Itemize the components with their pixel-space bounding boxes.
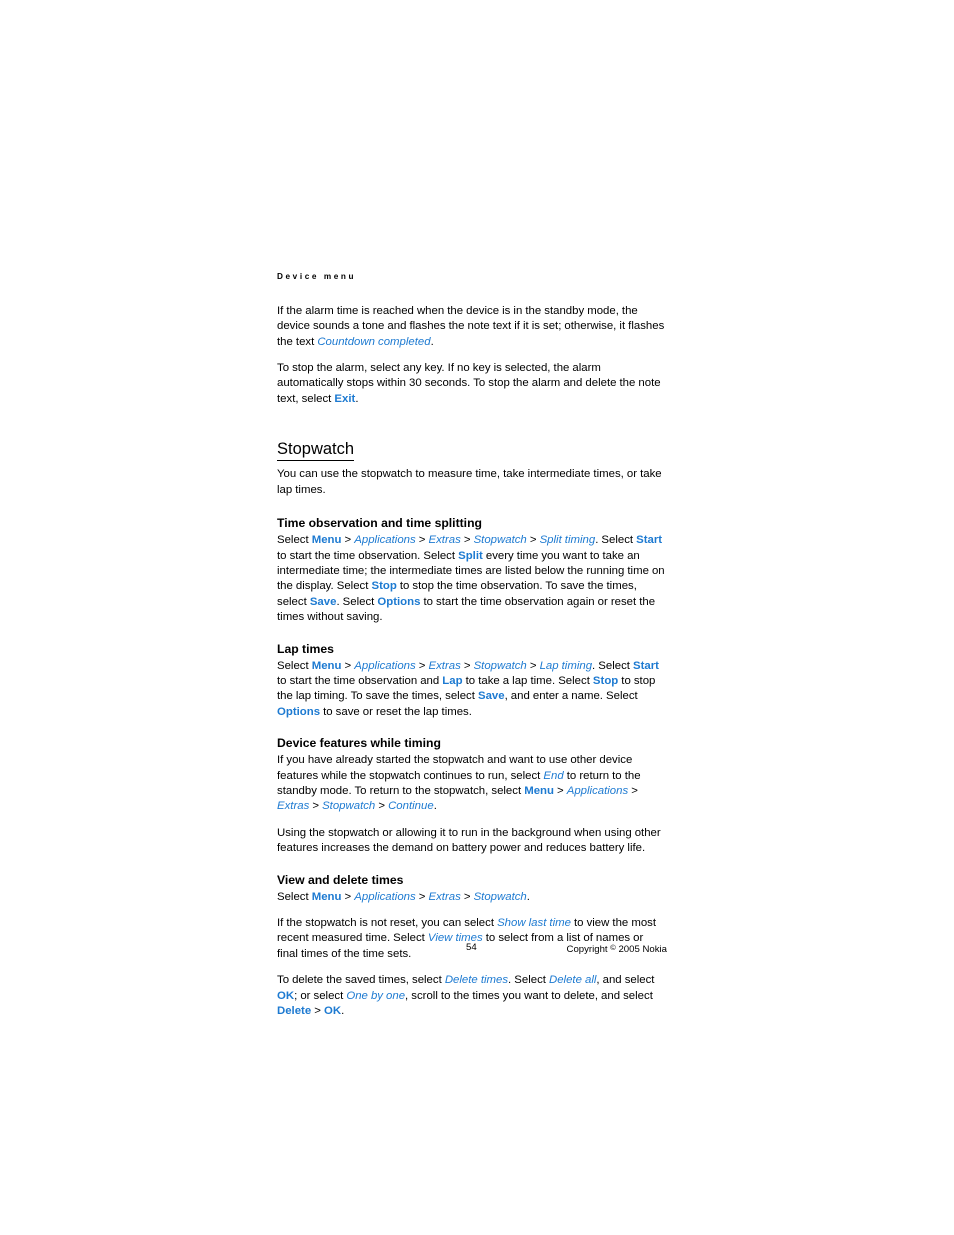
to-text-3: to start the time observation. Select	[277, 549, 459, 562]
vd-text-9: ; or select	[294, 989, 347, 1002]
menu-extras: Extras	[428, 534, 461, 547]
device-features-paragraph-2: Using the stopwatch or allowing it to ru…	[277, 826, 661, 855]
command-start: Start	[636, 534, 663, 547]
subhead-device-features: Device features while timing	[277, 736, 441, 751]
menu-delete-times: Delete times	[444, 974, 509, 987]
command-menu: Menu	[311, 659, 342, 672]
path-separator: >	[460, 534, 474, 547]
running-header: Device menu	[277, 272, 357, 281]
path-separator: >	[311, 1005, 324, 1018]
vd-text-6: To delete the saved times, select	[277, 974, 445, 987]
vd-text-3: If the stopwatch is not reset, you can s…	[277, 917, 498, 929]
intro-p2-text-after: .	[355, 392, 359, 405]
intro-paragraph-1: If the alarm time is reached when the de…	[277, 304, 667, 350]
vd-text-10: , scroll to the times you want to delete…	[405, 989, 653, 1002]
path-separator: >	[415, 890, 429, 903]
lap-times-paragraph: Select Menu > Applications > Extras > St…	[277, 659, 667, 721]
path-separator: >	[628, 784, 638, 797]
lt-text-3: to start the time observation and	[277, 674, 443, 687]
menu-split-timing: Split timing	[539, 534, 596, 547]
command-menu: Menu	[524, 784, 554, 797]
menu-applications: Applications	[566, 784, 629, 797]
menu-show-last-time: Show last time	[497, 917, 571, 929]
df-text-3: .	[433, 800, 437, 813]
path-separator: >	[526, 534, 540, 547]
command-stop: Stop	[371, 580, 397, 593]
path-separator: >	[460, 659, 474, 672]
path-separator: >	[375, 800, 389, 813]
command-save: Save	[309, 595, 337, 608]
to-text-2: . Select	[595, 534, 637, 547]
lt-text-2: . Select	[592, 659, 633, 672]
view-delete-paragraph-3: To delete the saved times, select Delete…	[277, 973, 667, 1019]
lt-text-4: to take a lap time. Select	[462, 674, 593, 687]
command-start: Start	[633, 659, 659, 672]
menu-extras: Extras	[428, 890, 461, 903]
chapter-intro-paragraph: You can use the stopwatch to measure tim…	[277, 468, 662, 496]
vd-text-7: . Select	[508, 974, 549, 987]
intro-paragraph-2: To stop the alarm, select any key. If no…	[277, 361, 667, 407]
lt-text-1: Select	[277, 659, 312, 672]
to-text-1: Select	[277, 534, 312, 547]
chapter-title-wrap: Stopwatch	[277, 418, 667, 467]
subhead-time-observation: Time observation and time splitting	[277, 516, 482, 531]
page-number: 54	[466, 942, 477, 953]
menu-extras: Extras	[277, 800, 310, 813]
note-countdown-completed: Countdown completed	[317, 335, 431, 348]
copyright-suffix: 2005 Nokia	[615, 944, 667, 955]
command-save: Save	[477, 690, 505, 703]
vd-text-1: Select	[277, 890, 312, 903]
vd-text-11: .	[341, 1005, 345, 1018]
menu-stopwatch: Stopwatch	[473, 890, 527, 903]
command-menu: Menu	[311, 534, 342, 547]
command-menu: Menu	[311, 890, 342, 903]
command-lap: Lap	[442, 674, 463, 687]
path-separator: >	[341, 534, 355, 547]
copyright-prefix: Copyright	[566, 944, 611, 955]
menu-stopwatch: Stopwatch	[322, 800, 376, 813]
to-text-6: . Select	[336, 595, 378, 608]
path-separator: >	[341, 659, 355, 672]
device-features-paragraph-1: If you have already started the stopwatc…	[277, 753, 667, 815]
path-separator: >	[415, 659, 429, 672]
command-stop: Stop	[592, 674, 619, 687]
path-separator: >	[341, 890, 355, 903]
menu-applications: Applications	[354, 534, 416, 547]
command-ok: OK	[277, 989, 295, 1002]
menu-continue: Continue	[388, 800, 434, 813]
subhead-view-delete-times: View and delete times	[277, 872, 404, 887]
menu-applications: Applications	[354, 890, 416, 903]
menu-one-by-one: One by one	[346, 989, 406, 1002]
menu-applications: Applications	[354, 659, 416, 672]
menu-stopwatch: Stopwatch	[473, 659, 527, 672]
command-options: Options	[377, 595, 421, 608]
path-separator: >	[415, 534, 429, 547]
lt-text-7: to save or reset the lap times.	[320, 705, 472, 718]
path-separator: >	[553, 784, 567, 797]
path-separator: >	[309, 800, 323, 813]
chapter-title-stopwatch: Stopwatch	[277, 440, 355, 462]
command-ok: OK	[324, 1005, 342, 1018]
menu-extras: Extras	[428, 659, 461, 672]
command-exit: Exit	[334, 392, 356, 405]
menu-stopwatch: Stopwatch	[473, 534, 527, 547]
page-content: Device menu If the alarm time is reached…	[277, 272, 667, 1030]
command-delete: Delete	[277, 1005, 312, 1018]
menu-lap-timing: Lap timing	[539, 659, 593, 672]
menu-delete-all: Delete all	[549, 974, 597, 987]
command-options: Options	[277, 705, 321, 718]
page-footer: 54 Copyright © 2005 Nokia	[277, 941, 667, 955]
command-end: End	[543, 769, 564, 782]
vd-text-8: , and select	[596, 974, 655, 987]
copyright-notice: Copyright © 2005 Nokia	[567, 941, 667, 957]
vd-text-2: .	[526, 890, 530, 903]
path-separator: >	[460, 890, 474, 903]
command-split: Split	[458, 549, 483, 562]
view-delete-paragraph-1: Select Menu > Applications > Extras > St…	[277, 890, 667, 905]
subhead-lap-times: Lap times	[277, 641, 334, 656]
time-observation-paragraph: Select Menu > Applications > Extras > St…	[277, 533, 667, 625]
lt-text-6: , and enter a name. Select	[504, 690, 638, 703]
path-separator: >	[526, 659, 540, 672]
intro-p1-text-after: .	[430, 335, 434, 348]
